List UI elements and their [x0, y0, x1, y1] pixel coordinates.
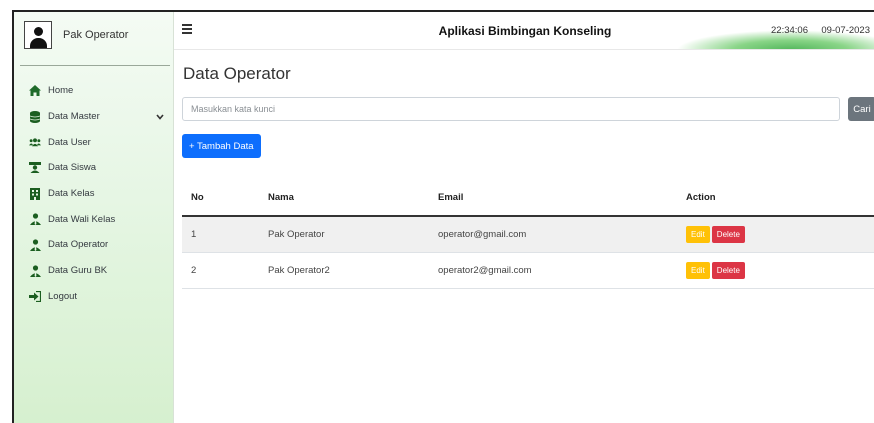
column-header-no: No — [182, 179, 259, 217]
sidebar-item-label: Data User — [48, 136, 91, 148]
top-bar: Aplikasi Bimbingan Konseling 22:34:06 09… — [174, 12, 874, 50]
table-row: 1 Pak Operator operator@gmail.com Edit De… — [182, 216, 874, 253]
profile-name: Pak Operator — [63, 29, 129, 41]
edit-button[interactable]: Edit — [686, 261, 710, 279]
sidebar-item-label: Data Operator — [48, 239, 109, 251]
home-icon — [29, 85, 41, 97]
sidebar-item-label: Data Guru BK — [48, 265, 108, 277]
column-header-email: Email — [429, 179, 677, 217]
clock-date: 09-07-2023 — [821, 25, 870, 36]
chevron-down-icon[interactable] — [156, 112, 164, 123]
cell-nama: Pak Operator2 — [259, 252, 429, 289]
search-bar: Cari — [182, 97, 874, 121]
user-tie-icon — [29, 213, 41, 226]
main-content: Data Operator Cari + Tambah Data No Nama… — [174, 50, 874, 423]
cell-action: Edit Delete — [677, 216, 874, 253]
table-row: 2 Pak Operator2 operator2@gmail.com Edit… — [182, 252, 874, 289]
column-header-nama: Nama — [259, 179, 429, 217]
search-button[interactable]: Cari — [848, 97, 874, 121]
sidebar-item-data-user[interactable]: Data User — [14, 129, 174, 155]
sidebar-item-data-guru-bk[interactable]: Data Guru BK — [14, 258, 174, 284]
app-window: Pak Operator Home Data Master Data User … — [12, 10, 874, 423]
cell-no: 1 — [182, 216, 259, 253]
search-input[interactable] — [182, 97, 840, 121]
cell-email: operator@gmail.com — [429, 216, 677, 253]
student-icon — [29, 162, 41, 174]
sidebar-item-label: Logout — [48, 290, 78, 302]
edit-button[interactable]: Edit — [686, 225, 710, 243]
sidebar: Pak Operator Home Data Master Data User … — [14, 12, 174, 423]
app-title: Aplikasi Bimbingan Konseling — [438, 24, 612, 38]
users-icon — [29, 136, 41, 148]
user-tie-icon — [29, 265, 41, 277]
sidebar-divider — [20, 65, 170, 66]
sidebar-item-data-operator[interactable]: Data Operator — [14, 232, 174, 258]
profile-panel: Pak Operator — [14, 12, 174, 58]
clock-time: 22:34:06 — [771, 25, 808, 36]
table-header-row: No Nama Email Action — [182, 179, 874, 217]
sidebar-item-data-siswa[interactable]: Data Siswa — [14, 155, 174, 181]
sidebar-item-label: Data Master — [48, 111, 100, 123]
delete-button[interactable]: Delete — [711, 261, 745, 279]
sidebar-item-label: Data Siswa — [48, 162, 97, 174]
user-avatar-icon — [24, 21, 52, 49]
cell-no: 2 — [182, 252, 259, 289]
sidebar-item-label: Data Kelas — [48, 188, 95, 200]
sidebar-item-data-master[interactable]: Data Master — [14, 104, 174, 130]
page-title: Data Operator — [183, 64, 291, 83]
sidebar-item-label: Home — [48, 85, 74, 97]
cell-action: Edit Delete — [677, 252, 874, 289]
sidebar-menu: Home Data Master Data User Data Siswa Da… — [14, 78, 174, 309]
add-data-button[interactable]: + Tambah Data — [182, 134, 261, 158]
column-header-action: Action — [677, 179, 874, 217]
sign-out-icon — [29, 290, 41, 302]
user-tie-icon — [29, 239, 41, 251]
sidebar-item-data-wali-kelas[interactable]: Data Wali Kelas — [14, 206, 174, 232]
sidebar-item-home[interactable]: Home — [14, 78, 174, 104]
database-icon — [29, 110, 41, 123]
delete-button[interactable]: Delete — [711, 225, 745, 243]
cell-nama: Pak Operator — [259, 216, 429, 253]
building-icon — [29, 187, 41, 200]
cell-email: operator2@gmail.com — [429, 252, 677, 289]
operator-table: No Nama Email Action 1 Pak Operator oper… — [182, 179, 874, 289]
sidebar-item-data-kelas[interactable]: Data Kelas — [14, 181, 174, 207]
sidebar-item-logout[interactable]: Logout — [14, 284, 174, 310]
sidebar-item-label: Data Wali Kelas — [48, 213, 116, 225]
